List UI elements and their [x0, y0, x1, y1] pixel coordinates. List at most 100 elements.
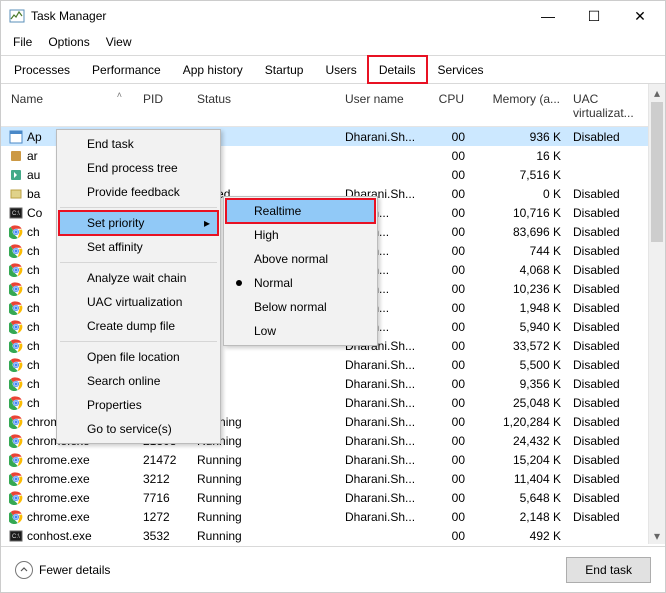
separator	[60, 207, 217, 208]
cell-cpu: 00	[427, 187, 471, 201]
process-name: ch	[27, 301, 40, 315]
ctx-set-affinity[interactable]: Set affinity	[59, 235, 218, 259]
table-row[interactable]: chrome.exe7716RunningDharani.Sh...005,64…	[1, 488, 665, 507]
priority-high[interactable]: High	[226, 223, 375, 247]
cell-cpu: 00	[427, 206, 471, 220]
close-button[interactable]: ✕	[617, 1, 663, 31]
ctx-uac-virtualization[interactable]: UAC virtualization	[59, 290, 218, 314]
priority-realtime[interactable]: Realtime	[226, 199, 375, 223]
cell-user: Dharani.Sh...	[339, 130, 427, 144]
process-name: chrome.exe	[27, 510, 90, 524]
col-uac[interactable]: UAC virtualizat...	[567, 92, 659, 120]
process-icon	[9, 396, 23, 410]
cell-uac: Disabled	[567, 301, 659, 315]
priority-normal[interactable]: Normal	[226, 271, 375, 295]
priority-above-normal[interactable]: Above normal	[226, 247, 375, 271]
col-cpu[interactable]: CPU	[427, 92, 471, 120]
cell-pid: 3532	[137, 529, 191, 543]
tab-startup[interactable]: Startup	[254, 56, 315, 83]
cell-mem: 10,716 K	[471, 206, 567, 220]
ctx-analyze-wait-chain[interactable]: Analyze wait chain	[59, 266, 218, 290]
cell-status: Running	[191, 491, 339, 505]
cell-uac: Disabled	[567, 434, 659, 448]
fewer-details-label: Fewer details	[39, 563, 110, 577]
process-icon	[9, 263, 23, 277]
col-user[interactable]: User name	[339, 92, 427, 120]
submenu-arrow-icon: ▸	[204, 216, 210, 230]
ctx-go-to-services[interactable]: Go to service(s)	[59, 417, 218, 441]
ctx-provide-feedback[interactable]: Provide feedback	[59, 180, 218, 204]
collapse-icon	[15, 561, 33, 579]
priority-below-normal[interactable]: Below normal	[226, 295, 375, 319]
tab-users[interactable]: Users	[314, 56, 367, 83]
table-row[interactable]: C:\conhost.exe3532Running00492 K	[1, 526, 665, 544]
scroll-up-icon[interactable]: ▴	[649, 84, 665, 101]
cell-cpu: 00	[427, 130, 471, 144]
cell-cpu: 00	[427, 472, 471, 486]
tab-services[interactable]: Services	[427, 56, 495, 83]
vertical-scrollbar[interactable]: ▴ ▾	[648, 84, 665, 544]
ctx-open-file-location[interactable]: Open file location	[59, 345, 218, 369]
process-icon	[9, 415, 23, 429]
cell-status: Running	[191, 472, 339, 486]
scroll-thumb[interactable]	[651, 102, 663, 242]
cell-mem: 9,356 K	[471, 377, 567, 391]
cell-mem: 5,648 K	[471, 491, 567, 505]
ctx-end-process-tree[interactable]: End process tree	[59, 156, 218, 180]
cell-mem: 25,048 K	[471, 396, 567, 410]
ctx-create-dump-file[interactable]: Create dump file	[59, 314, 218, 338]
cell-mem: 744 K	[471, 244, 567, 258]
cell-uac: Disabled	[567, 263, 659, 277]
cell-mem: 936 K	[471, 130, 567, 144]
menu-file[interactable]: File	[7, 33, 42, 51]
tab-processes[interactable]: Processes	[3, 56, 81, 83]
ctx-properties[interactable]: Properties	[59, 393, 218, 417]
menu-view[interactable]: View	[100, 33, 142, 51]
priority-low[interactable]: Low	[226, 319, 375, 343]
col-mem[interactable]: Memory (a...	[471, 92, 567, 120]
tab-performance[interactable]: Performance	[81, 56, 172, 83]
process-name: ch	[27, 377, 40, 391]
table-row[interactable]: chrome.exe21472RunningDharani.Sh...0015,…	[1, 450, 665, 469]
priority-submenu: Realtime High Above normal Normal Below …	[223, 196, 378, 346]
tab-bar: Processes Performance App history Startu…	[1, 55, 665, 84]
cell-mem: 5,500 K	[471, 358, 567, 372]
scroll-down-icon[interactable]: ▾	[649, 527, 665, 544]
cell-uac: Disabled	[567, 415, 659, 429]
process-name: ch	[27, 339, 40, 353]
maximize-button[interactable]: ☐	[571, 1, 617, 31]
end-task-button[interactable]: End task	[566, 557, 651, 583]
process-icon	[9, 491, 23, 505]
process-icon	[9, 282, 23, 296]
tab-app-history[interactable]: App history	[172, 56, 254, 83]
process-icon	[9, 225, 23, 239]
ctx-set-priority[interactable]: Set priority▸	[59, 211, 218, 235]
table-row[interactable]: chrome.exe3212RunningDharani.Sh...0011,4…	[1, 469, 665, 488]
process-name: Co	[27, 206, 42, 220]
ctx-end-task[interactable]: End task	[59, 132, 218, 156]
cell-mem: 10,236 K	[471, 282, 567, 296]
cell-user: Dharani.Sh...	[339, 415, 427, 429]
process-name: conhost.exe	[27, 529, 92, 543]
cell-pid: 3212	[137, 472, 191, 486]
cell-uac: Disabled	[567, 472, 659, 486]
cell-uac: Disabled	[567, 320, 659, 334]
cell-status: Running	[191, 453, 339, 467]
cell-uac: Disabled	[567, 396, 659, 410]
menu-options[interactable]: Options	[42, 33, 99, 51]
cell-mem: 7,516 K	[471, 168, 567, 182]
cell-cpu: 00	[427, 434, 471, 448]
ctx-search-online[interactable]: Search online	[59, 369, 218, 393]
col-status[interactable]: Status	[191, 92, 339, 120]
cell-user: Dharani.Sh...	[339, 358, 427, 372]
col-name[interactable]: Name	[1, 92, 137, 120]
cell-cpu: 00	[427, 320, 471, 334]
fewer-details-button[interactable]: Fewer details	[15, 561, 110, 579]
table-row[interactable]: chrome.exe1272RunningDharani.Sh...002,14…	[1, 507, 665, 526]
minimize-button[interactable]: —	[525, 1, 571, 31]
process-name: au	[27, 168, 40, 182]
col-pid[interactable]: PID	[137, 92, 191, 120]
cell-mem: 1,20,284 K	[471, 415, 567, 429]
cell-cpu: 00	[427, 149, 471, 163]
tab-details[interactable]: Details	[368, 56, 427, 83]
